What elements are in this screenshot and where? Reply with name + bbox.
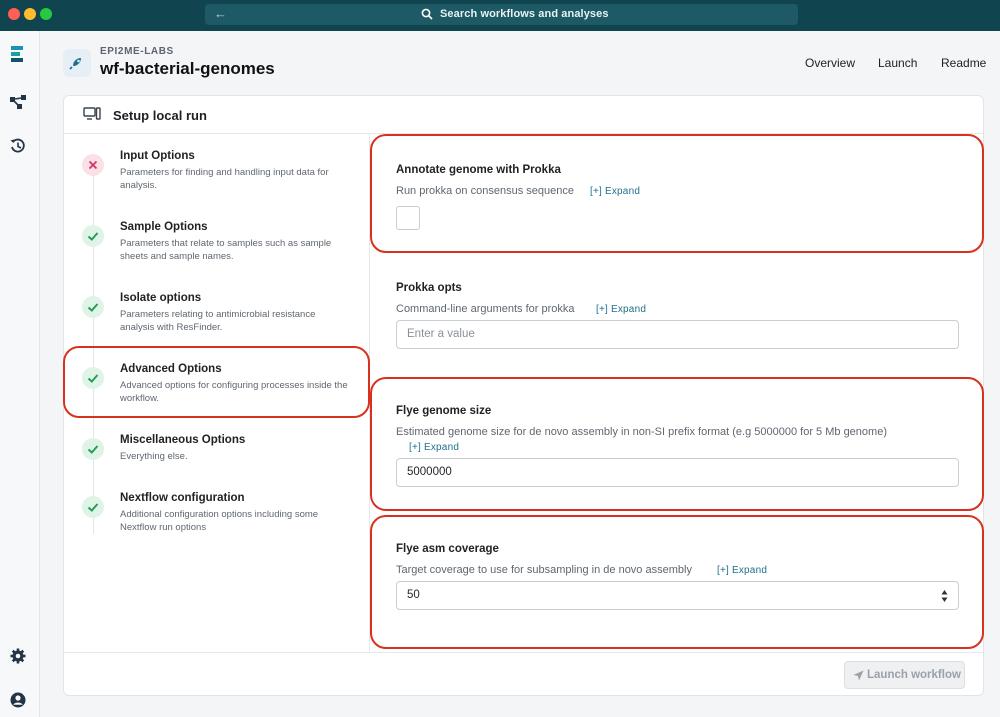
nav-launch[interactable]: Launch — [878, 56, 917, 70]
card-footer: Launch workflow — [64, 652, 983, 696]
check-icon — [82, 296, 104, 318]
highlight-flye-asm-coverage — [370, 515, 984, 649]
close-window-button[interactable] — [8, 8, 20, 20]
step-title: Isolate options — [120, 292, 202, 304]
check-icon — [82, 496, 104, 518]
search-placeholder: Search workflows and analyses — [440, 8, 609, 20]
arrow-left-icon[interactable]: ← — [214, 6, 227, 21]
step-title: Miscellaneous Options — [120, 434, 246, 446]
prokka-opts-placeholder: Enter a value — [407, 328, 475, 340]
window-titlebar: ← Search workflows and analyses — [0, 0, 1000, 31]
send-icon — [853, 670, 864, 681]
field-title-prokka-opts: Prokka opts — [396, 282, 462, 294]
highlight-advanced-options — [63, 346, 370, 418]
nav-overview[interactable]: Overview — [805, 56, 855, 70]
workflow-app-icon — [63, 49, 91, 77]
check-icon — [82, 438, 104, 460]
launch-workflow-button[interactable]: Launch workflow — [844, 661, 965, 689]
nav-readme[interactable]: Readme — [941, 56, 986, 70]
step-description: Parameters that relate to samples such a… — [120, 238, 332, 262]
minimize-window-button[interactable] — [24, 8, 36, 20]
highlight-prokka-field — [370, 134, 984, 253]
card-title: Setup local run — [113, 108, 207, 123]
step-description: Additional configuration options includi… — [120, 509, 319, 533]
step-input-options[interactable]: Input Options Parameters for finding and… — [64, 150, 370, 194]
prokka-opts-input[interactable]: Enter a value — [396, 320, 959, 349]
expand-link-prokka-opts[interactable]: [+] Expand — [596, 304, 646, 315]
epi2me-logo-icon[interactable] — [9, 45, 27, 63]
step-title: Input Options — [120, 150, 195, 162]
step-title: Nextflow configuration — [120, 492, 245, 504]
step-sample-options[interactable]: Sample Options Parameters that relate to… — [64, 221, 370, 265]
step-isolate-options[interactable]: Isolate options Parameters relating to a… — [64, 292, 370, 336]
page-title: wf-bacterial-genomes — [100, 59, 275, 78]
left-rail — [0, 31, 40, 717]
zoom-window-button[interactable] — [40, 8, 52, 20]
check-icon — [82, 225, 104, 247]
step-description: Parameters for finding and handling inpu… — [120, 167, 329, 191]
search-icon — [421, 8, 433, 20]
step-title: Sample Options — [120, 221, 208, 233]
launch-workflow-label: Launch workflow — [867, 669, 961, 681]
steps-connector — [93, 154, 94, 534]
computer-icon — [83, 107, 101, 120]
step-description: Everything else. — [120, 451, 188, 462]
history-icon[interactable] — [9, 137, 27, 155]
highlight-flye-genome-size — [370, 377, 984, 511]
account-icon[interactable] — [9, 691, 27, 709]
error-icon — [82, 154, 104, 176]
org-label: EPI2ME-LABS — [100, 46, 174, 57]
step-nextflow-configuration[interactable]: Nextflow configuration Additional config… — [64, 492, 370, 536]
search-bar[interactable]: ← Search workflows and analyses — [205, 4, 798, 25]
step-miscellaneous-options[interactable]: Miscellaneous Options Everything else. — [64, 434, 370, 466]
step-description: Parameters relating to antimicrobial res… — [120, 309, 316, 333]
settings-icon[interactable] — [9, 647, 27, 665]
field-desc-prokka-opts: Command-line arguments for prokka — [396, 303, 575, 315]
workflow-icon[interactable] — [9, 93, 27, 111]
card-header: Setup local run — [64, 96, 983, 134]
